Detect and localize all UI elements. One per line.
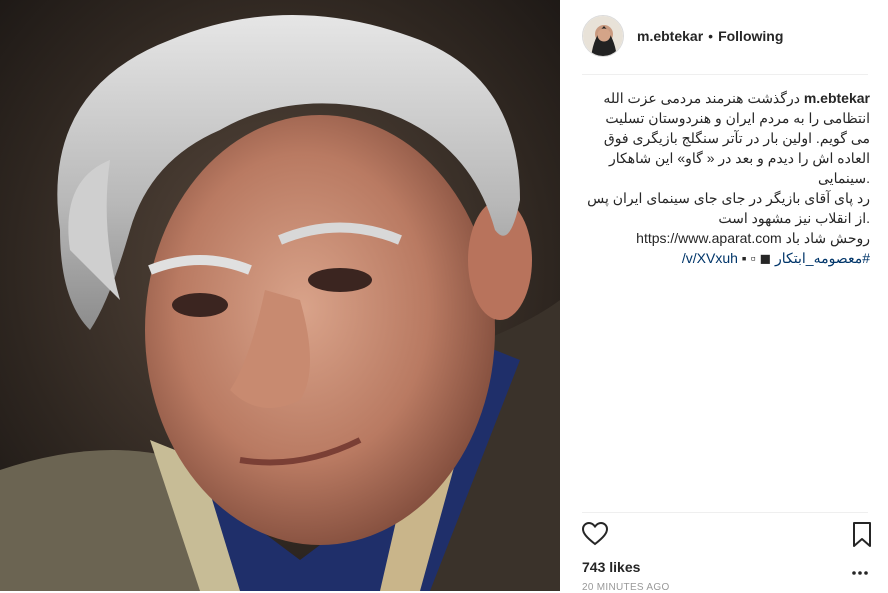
heart-icon[interactable] (581, 521, 609, 551)
header-divider (582, 74, 868, 75)
avatar-image (583, 16, 623, 56)
post-photo[interactable] (0, 0, 560, 591)
caption-line: درگذشت هنرمند مردمی عزت الله (603, 90, 800, 106)
portrait-image (0, 0, 560, 591)
post-sidebar: m.ebtekar • Following m.ebtekar درگذشت ه… (560, 0, 888, 593)
caption-url[interactable]: https://www.aparat.com (636, 230, 782, 246)
post-actions (581, 521, 872, 553)
caption-line: می گویم. اولین بار در تآتر سنگلج بازیگری… (603, 130, 870, 146)
caption-line: .از انقلاب نیز مشهود است (718, 210, 870, 226)
caption-url-path[interactable]: /v/XVxuh (682, 250, 738, 266)
actions-divider (582, 512, 868, 513)
avatar[interactable] (582, 15, 624, 57)
separator-dot: • (708, 28, 714, 44)
post-timestamp: 20 MINUTES AGO (582, 582, 670, 593)
caption-line: العاده اش را دیدم و بعد در « گاو» این شا… (608, 150, 870, 166)
likes-count[interactable]: 743 likes (582, 559, 640, 575)
post-caption: m.ebtekar درگذشت هنرمند مردمی عزت الله ا… (580, 88, 870, 268)
bookmark-icon[interactable] (852, 522, 872, 553)
following-button[interactable]: Following (718, 28, 783, 44)
caption-username[interactable]: m.ebtekar (804, 90, 870, 106)
post-header: m.ebtekar • Following (582, 14, 783, 58)
caption-line: روحش شاد باد (785, 230, 870, 246)
link-icons: ▪ ▫ ◼ (741, 250, 772, 266)
hashtag-link[interactable]: #معصومه_ابتکار (775, 250, 870, 266)
more-options-icon[interactable] (852, 562, 868, 580)
caption-line: .سینمایی (818, 170, 870, 186)
caption-line: انتظامی را به مردم ایران و هنردوستان تسل… (605, 110, 870, 126)
caption-line: رد پای آقای بازیگر در جای جای سینمای ایر… (587, 190, 870, 206)
username-link[interactable]: m.ebtekar (637, 28, 703, 44)
